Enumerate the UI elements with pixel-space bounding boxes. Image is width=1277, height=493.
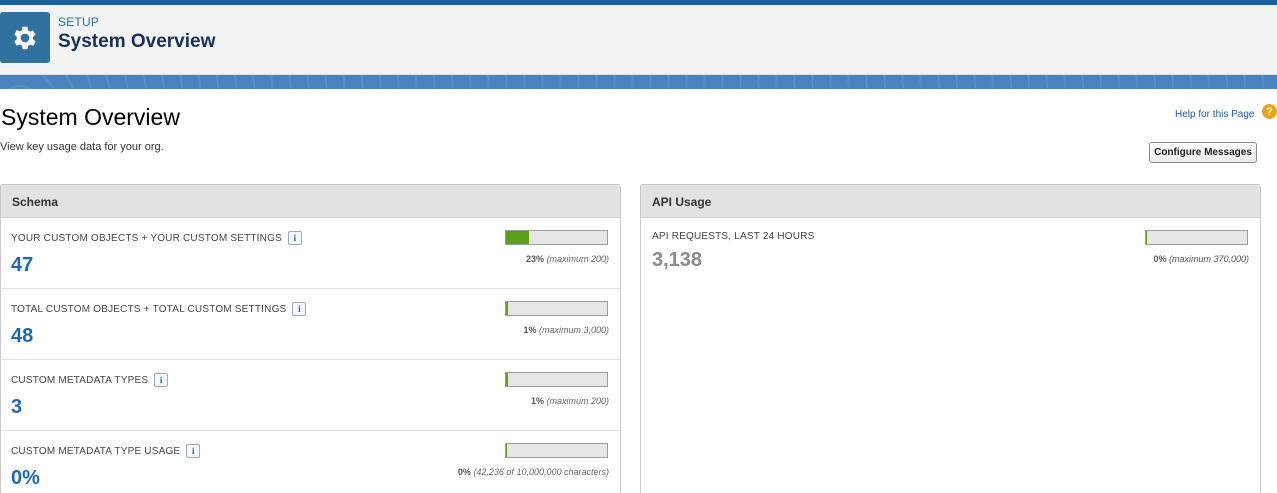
row-value[interactable]: 47 — [11, 254, 33, 277]
api-requests-value: 3,138 — [652, 249, 703, 271]
schema-row-custom-objects: YOUR CUSTOM OBJECTS + YOUR CUSTOM SETTIN… — [1, 218, 620, 289]
header-title: System Overview — [58, 31, 216, 52]
percent-value: 0% — [1153, 254, 1167, 264]
usage-bar — [505, 372, 608, 387]
usage-bar — [1145, 230, 1248, 245]
usage-bar-fill — [1146, 231, 1147, 244]
maximum-text: (42,236 of 10,000,000 characters) — [473, 467, 609, 477]
usage-bar-fill — [506, 444, 507, 457]
usage-bar-fill — [506, 302, 509, 315]
api-panel-title: API Usage — [641, 185, 1260, 218]
api-requests-label: API REQUESTS, LAST 24 HOURS — [652, 231, 815, 242]
row-label: CUSTOM METADATA TYPES — [11, 374, 149, 386]
usage-percent: 23% (maximum 200) — [526, 254, 609, 264]
row-value[interactable]: 0% — [11, 467, 40, 490]
usage-percent: 0% (maximum 370,000) — [1153, 254, 1249, 264]
percent-value: 0% — [457, 467, 471, 477]
usage-bar-fill — [506, 373, 509, 386]
percent-value: 1% — [523, 325, 537, 335]
row-label: TOTAL CUSTOM OBJECTS + TOTAL CUSTOM SETT… — [11, 303, 287, 315]
maximum-text: (maximum 200) — [546, 396, 609, 406]
info-icon[interactable]: i — [154, 373, 169, 387]
usage-percent: 0% (42,236 of 10,000,000 characters) — [458, 467, 609, 477]
header-eyebrow: SETUP — [58, 15, 100, 29]
setup-header: SETUP System Overview — [0, 5, 1277, 75]
usage-percent: 1% (maximum 200) — [531, 396, 609, 406]
usage-percent: 1% (maximum 3,000) — [523, 325, 609, 335]
percent-value: 1% — [530, 396, 544, 406]
schema-row-custom-metadata-types: CUSTOM METADATA TYPES i 3 1% (maximum 20… — [1, 360, 620, 431]
maximum-text: (maximum 370,000) — [1168, 254, 1249, 264]
usage-bar — [505, 443, 608, 458]
info-icon[interactable]: i — [287, 231, 302, 245]
schema-panel-title: Schema — [1, 185, 620, 218]
page-subtitle: View key usage data for your org. — [0, 141, 164, 153]
schema-panel: Schema YOUR CUSTOM OBJECTS + YOUR CUSTOM… — [0, 184, 621, 493]
decorative-band — [0, 75, 1277, 89]
row-value[interactable]: 3 — [11, 396, 22, 419]
percent-value: 23% — [525, 254, 544, 264]
row-label: YOUR CUSTOM OBJECTS + YOUR CUSTOM SETTIN… — [11, 232, 282, 244]
usage-bar — [505, 301, 608, 316]
schema-row-total-custom-objects: TOTAL CUSTOM OBJECTS + TOTAL CUSTOM SETT… — [1, 289, 620, 360]
usage-bar-fill — [506, 231, 530, 244]
row-label: CUSTOM METADATA TYPE USAGE — [11, 445, 181, 457]
row-value[interactable]: 48 — [11, 325, 33, 348]
maximum-text: (maximum 3,000) — [538, 325, 609, 335]
info-icon[interactable]: i — [186, 444, 201, 458]
usage-bar — [505, 230, 608, 245]
help-link[interactable]: Help for this Page — [1175, 109, 1255, 120]
help-icon[interactable]: ? — [1262, 104, 1277, 119]
info-icon[interactable]: i — [292, 302, 307, 316]
schema-row-custom-metadata-usage: CUSTOM METADATA TYPE USAGE i 0% 0% (42,2… — [1, 431, 620, 493]
gear-icon — [0, 12, 50, 63]
maximum-text: (maximum 200) — [546, 254, 609, 264]
api-usage-panel: API Usage API REQUESTS, LAST 24 HOURS 3,… — [640, 184, 1261, 493]
page-title: System Overview — [1, 104, 180, 130]
configure-messages-button[interactable]: Configure Messages — [1149, 142, 1257, 163]
